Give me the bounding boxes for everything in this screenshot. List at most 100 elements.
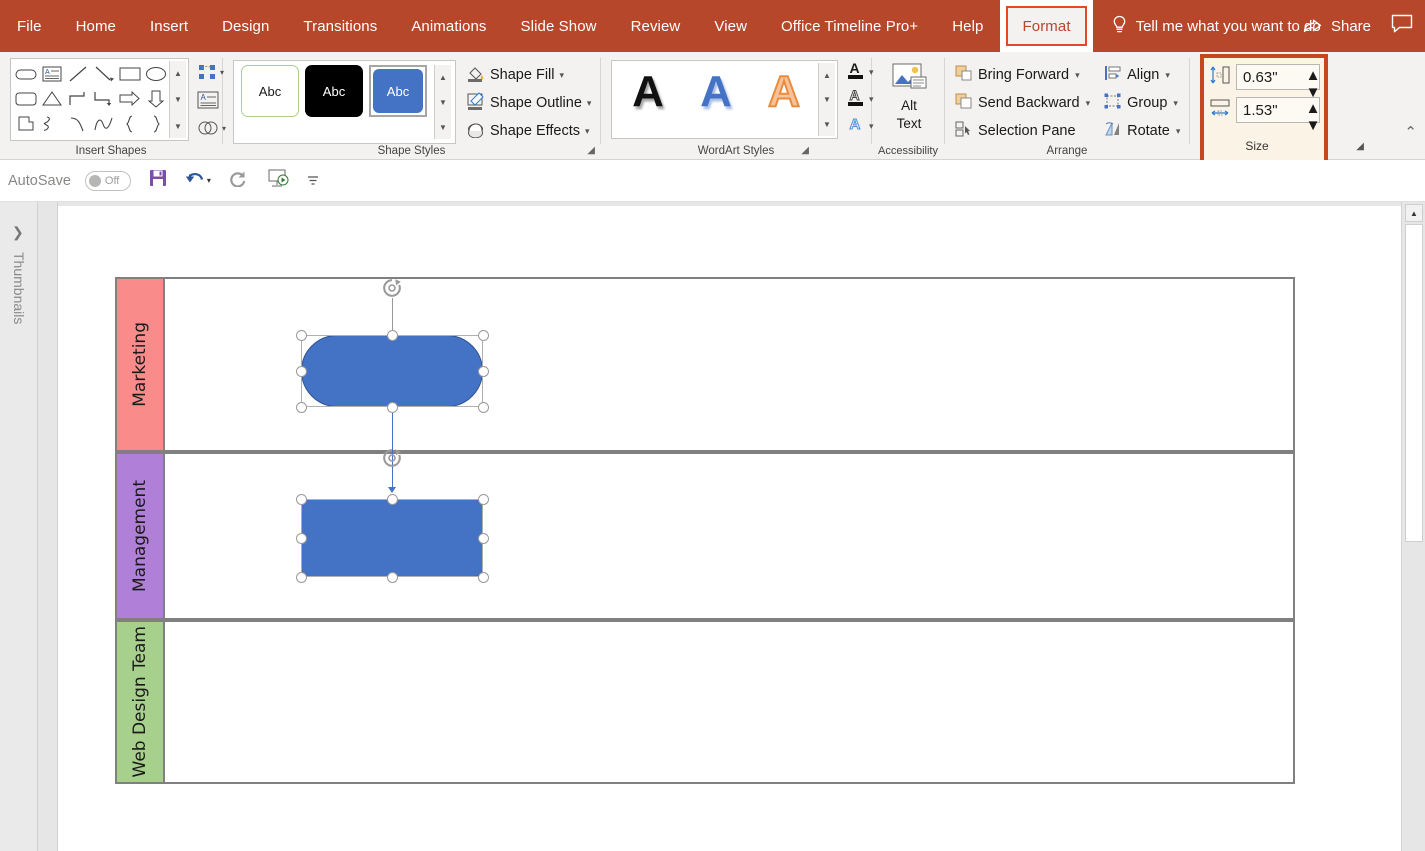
save-button[interactable]	[145, 168, 171, 194]
edit-shape-icon[interactable]: ▾	[197, 59, 226, 85]
resize-handle-sw[interactable]	[296, 572, 307, 583]
text-box-shape[interactable]: A	[39, 61, 65, 86]
bring-forward-button[interactable]: Bring Forward ▾	[951, 62, 1094, 88]
chevron-down-icon[interactable]: ▾	[559, 70, 564, 81]
scrollbar-thumb[interactable]	[1405, 224, 1423, 542]
tab-design[interactable]: Design	[205, 0, 286, 52]
comments-icon[interactable]	[1391, 14, 1413, 38]
resize-handle-s[interactable]	[387, 402, 398, 413]
spinner-down-icon[interactable]: ▼	[1300, 117, 1321, 134]
wordart-scroll-up-icon[interactable]: ▲	[819, 63, 835, 87]
tab-insert[interactable]: Insert	[133, 0, 205, 52]
styles-gallery-more-icon[interactable]: ▼	[435, 115, 451, 139]
right-brace-shape[interactable]	[143, 111, 169, 136]
resize-handle-e[interactable]	[478, 366, 489, 377]
swimlane-marketing[interactable]: Marketing	[115, 277, 1295, 452]
wordart-styles-gallery[interactable]: A A A ▲ ▼ ▼	[611, 60, 838, 139]
rounded-pill-shape[interactable]	[13, 61, 39, 86]
chevron-down-icon[interactable]: ▾	[587, 98, 592, 109]
chevron-down-icon[interactable]: ▾	[1173, 98, 1178, 109]
shape-style-thumb-black[interactable]: Abc	[305, 65, 363, 117]
size-dialog-launcher[interactable]: ◢	[1356, 141, 1364, 152]
send-backward-button[interactable]: Send Backward ▾	[951, 90, 1094, 116]
shape-width-input[interactable]: 1.53" ▲ ▼	[1236, 97, 1320, 123]
down-arrow-shape[interactable]	[143, 86, 169, 111]
swimlane-web-design-team[interactable]: Web Design Team	[115, 620, 1295, 784]
rounded-rectangle-shape[interactable]	[13, 86, 39, 111]
tab-home[interactable]: Home	[59, 0, 133, 52]
pane-splitter[interactable]	[39, 202, 58, 851]
shape-effects-button[interactable]: Shape Effects ▾	[466, 118, 591, 144]
shape-width-spinner[interactable]: ▲ ▼	[1302, 99, 1318, 121]
line-shape[interactable]	[65, 61, 91, 86]
wordart-thumb-blue[interactable]: A	[682, 63, 750, 121]
text-effects-button[interactable]: A ▾	[846, 114, 874, 139]
undo-button[interactable]: ▾	[185, 168, 211, 194]
share-button[interactable]: Share	[1303, 16, 1371, 37]
shape-fill-button[interactable]: Shape Fill ▾	[466, 62, 591, 88]
wordart-scroll-down-icon[interactable]: ▼	[819, 88, 835, 112]
wordart-thumb-black[interactable]: A	[614, 63, 682, 121]
curve-shape[interactable]	[65, 111, 91, 136]
tell-me-box[interactable]: Tell me what you want to do	[1111, 15, 1321, 38]
shape-height-spinner[interactable]: ▲ ▼	[1302, 66, 1318, 88]
resize-handle-e[interactable]	[478, 533, 489, 544]
undo-dropdown-icon[interactable]: ▾	[207, 176, 211, 185]
swimlane-header-management[interactable]: Management	[117, 454, 165, 618]
merge-shapes-icon[interactable]: ▾	[197, 115, 226, 141]
resize-handle-se[interactable]	[478, 402, 489, 413]
resize-handle-w[interactable]	[296, 533, 307, 544]
resize-handle-se[interactable]	[478, 572, 489, 583]
chevron-down-icon[interactable]: ▾	[1176, 126, 1181, 137]
resize-handle-nw[interactable]	[296, 330, 307, 341]
tab-view[interactable]: View	[697, 0, 764, 52]
scroll-up-icon[interactable]: ▲	[1405, 204, 1423, 222]
left-brace-shape[interactable]	[117, 111, 143, 136]
wordart-gallery-more-icon[interactable]: ▼	[819, 112, 835, 136]
start-presentation-button[interactable]	[265, 168, 291, 194]
chevron-down-icon[interactable]: ▾	[1165, 70, 1170, 81]
resize-handle-n[interactable]	[387, 494, 398, 505]
resize-handle-ne[interactable]	[478, 330, 489, 341]
collapse-ribbon-icon[interactable]: ⌃	[1404, 123, 1417, 141]
scribble-shape[interactable]	[39, 111, 65, 136]
rectangle-shape[interactable]	[117, 61, 143, 86]
flowchart-shape[interactable]	[13, 111, 39, 136]
thumbnails-rail[interactable]: ❯ Thumbnails	[0, 202, 38, 851]
elbow-connector-shape[interactable]	[65, 86, 91, 111]
shape-outline-button[interactable]: Shape Outline ▾	[466, 90, 591, 116]
insert-shapes-gallery[interactable]: A	[10, 58, 189, 141]
elbow-arrow-connector-shape[interactable]	[91, 86, 117, 111]
right-arrow-shape[interactable]	[117, 86, 143, 111]
swimlane-diagram[interactable]: Marketing Management Web Design Team	[115, 277, 1295, 784]
chevron-down-icon[interactable]: ▾	[1075, 70, 1080, 81]
resize-handle-s[interactable]	[387, 572, 398, 583]
wordart-dialog-launcher[interactable]: ◢	[801, 145, 809, 156]
shape-style-thumb-outline[interactable]: Abc	[241, 65, 299, 117]
shape-styles-gallery[interactable]: Abc Abc Abc ▲ ▼ ▼	[233, 60, 456, 144]
shape-styles-gallery-scroll[interactable]: ▲ ▼ ▼	[434, 65, 451, 139]
freeform-shape[interactable]	[91, 111, 117, 136]
line-arrow-shape[interactable]	[91, 61, 117, 86]
text-fill-button[interactable]: A ▾	[846, 60, 874, 85]
tab-slide-show[interactable]: Slide Show	[504, 0, 614, 52]
rotate-button[interactable]: Rotate ▾	[1100, 118, 1184, 144]
shapes-gallery-more-icon[interactable]: ▼	[170, 114, 186, 138]
chevron-down-icon[interactable]: ▾	[1086, 98, 1091, 109]
align-button[interactable]: Align ▾	[1100, 62, 1184, 88]
tab-office-timeline-pro[interactable]: Office Timeline Pro+	[764, 0, 935, 52]
selection-pane-button[interactable]: Selection Pane	[951, 118, 1094, 144]
shapes-scroll-up-icon[interactable]: ▲	[170, 61, 186, 85]
shapes-gallery-scroll[interactable]: ▲ ▼ ▼	[169, 61, 186, 138]
wordart-gallery-scroll[interactable]: ▲ ▼ ▼	[818, 63, 835, 136]
chevron-down-icon[interactable]: ▾	[585, 126, 590, 137]
shape-styles-dialog-launcher[interactable]: ◢	[587, 145, 595, 156]
alt-text-button[interactable]: Alt Text	[878, 56, 940, 132]
autosave-toggle[interactable]: Off	[85, 171, 131, 191]
tab-review[interactable]: Review	[614, 0, 698, 52]
swimlane-management[interactable]: Management	[115, 452, 1295, 620]
tab-help[interactable]: Help	[935, 0, 1000, 52]
resize-handle-nw[interactable]	[296, 494, 307, 505]
resize-handle-sw[interactable]	[296, 402, 307, 413]
swimlane-header-marketing[interactable]: Marketing	[117, 279, 165, 450]
